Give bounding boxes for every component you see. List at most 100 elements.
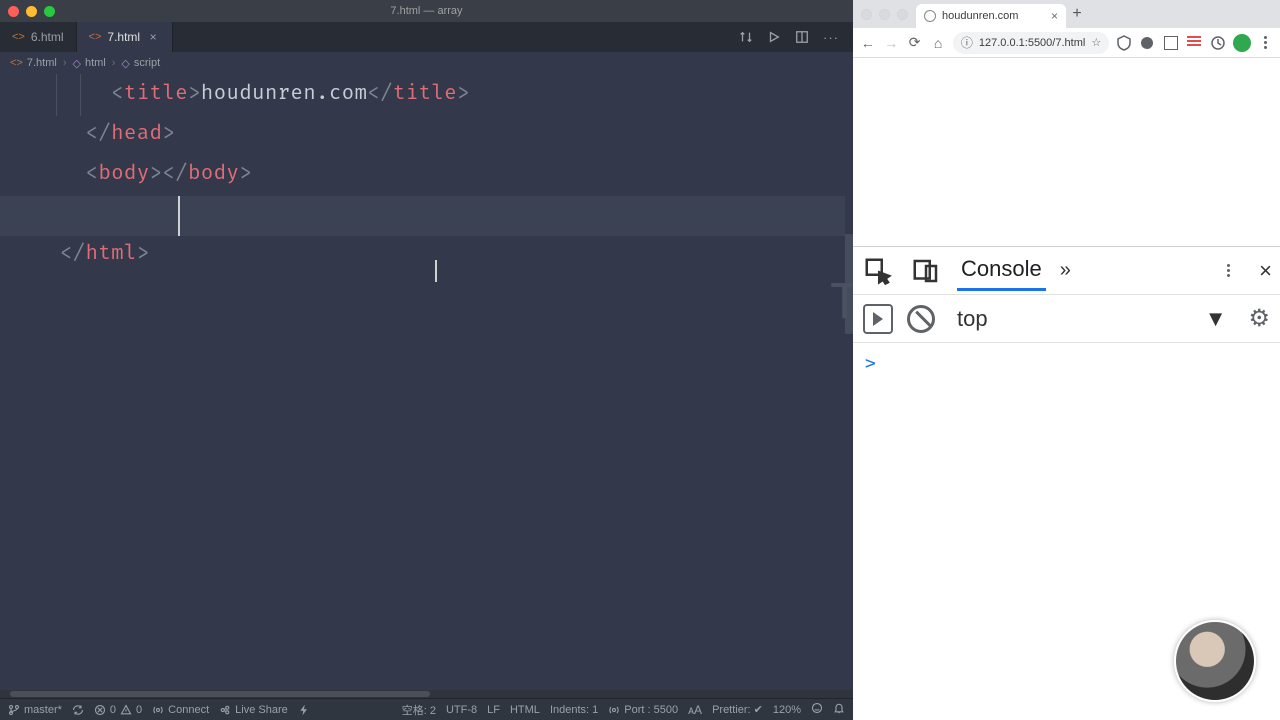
eol-indicator[interactable]: LF — [487, 704, 500, 716]
chevron-down-icon: ▼ — [1205, 306, 1227, 332]
favicon — [924, 10, 936, 22]
indent-guide — [56, 74, 57, 116]
close-tab-icon[interactable]: × — [146, 30, 160, 44]
site-info-icon[interactable]: ⓘ — [961, 34, 973, 51]
broadcast-icon — [152, 704, 164, 716]
context-selector[interactable]: top ▼ — [949, 306, 1234, 332]
secondary-caret — [435, 260, 437, 282]
back-button[interactable]: ← — [859, 34, 876, 52]
code-content: <title>houdunren.com</title> </head> <bo… — [0, 74, 853, 274]
accessibility-indicator[interactable]: ᴀA — [688, 703, 702, 717]
forward-button[interactable]: → — [882, 34, 899, 52]
language-indicator[interactable]: HTML — [510, 704, 540, 716]
more-tabs-icon[interactable]: » — [1060, 259, 1071, 282]
prettier-indicator[interactable]: Prettier: ✔ — [712, 703, 763, 716]
connect-label: Connect — [168, 704, 209, 716]
code-editor[interactable]: T <title>houdunren.com</title> </head> <… — [0, 74, 853, 690]
live-share[interactable]: Live Share — [219, 704, 288, 716]
breadcrumb[interactable]: <> 7.html › ◇ html › ◇ script — [0, 52, 853, 74]
inspect-element-icon[interactable] — [861, 254, 895, 288]
lightning[interactable] — [298, 704, 310, 716]
breadcrumb-script: script — [134, 57, 160, 69]
remote-connect[interactable]: Connect — [152, 704, 209, 716]
split-icon[interactable] — [795, 30, 809, 44]
close-window-button[interactable] — [861, 9, 872, 20]
tab-7html[interactable]: <> 7.html × — [77, 22, 174, 52]
minimize-window-button[interactable] — [26, 6, 37, 17]
devtools-close-icon[interactable]: × — [1259, 258, 1272, 284]
tab-label: 7.html — [107, 30, 140, 44]
statusbar: master* 0 0 Connect Live Share — [0, 698, 853, 720]
clear-console-icon[interactable] — [907, 305, 935, 333]
encoding-indicator[interactable]: UTF-8 — [446, 704, 477, 716]
editor-tab-actions: ··· — [739, 22, 853, 52]
horizontal-scrollbar[interactable] — [0, 690, 853, 698]
home-button[interactable]: ⌂ — [929, 34, 946, 52]
browser-tab[interactable]: houdunren.com × — [916, 4, 1066, 28]
traffic-lights-inactive — [861, 9, 908, 20]
bookmark-icon[interactable]: ☆ — [1091, 36, 1101, 49]
git-branch[interactable]: master* — [8, 704, 62, 716]
more-icon[interactable]: ··· — [823, 30, 839, 45]
active-line-highlight — [0, 196, 845, 236]
editor-titlebar: 7.html — array — [0, 0, 853, 22]
port-indicator[interactable]: Port : 5500 — [608, 704, 678, 716]
console-tab-label: Console — [961, 256, 1042, 281]
feedback-icon[interactable] — [811, 702, 823, 717]
compare-icon[interactable] — [739, 30, 753, 44]
tab-6html[interactable]: <> 6.html — [0, 22, 77, 52]
devtools-tabbar: Console » × — [853, 247, 1280, 295]
tab-title: houdunren.com — [942, 10, 1018, 22]
branch-label: master* — [24, 704, 62, 716]
console-sidebar-toggle-icon[interactable] — [863, 304, 893, 334]
address-bar[interactable]: ⓘ 127.0.0.1:5500/7.html ☆ — [953, 32, 1109, 54]
breadcrumb-file: 7.html — [27, 57, 57, 69]
close-window-button[interactable] — [8, 6, 19, 17]
extension-circle-icon[interactable] — [1209, 34, 1226, 52]
scrollbar-thumb[interactable] — [10, 691, 430, 697]
broadcast-icon — [608, 704, 620, 716]
traffic-lights — [8, 6, 55, 17]
chevron-right-icon: › — [112, 57, 116, 69]
zoom-window-button[interactable] — [897, 9, 908, 20]
sync-icon — [72, 704, 84, 716]
page-viewport[interactable] — [853, 58, 1280, 246]
console-settings-icon[interactable]: ⚙ — [1248, 304, 1270, 333]
bolt-icon — [298, 704, 310, 716]
chrome-toolbar: ← → ⟳ ⌂ ⓘ 127.0.0.1:5500/7.html ☆ — [853, 28, 1280, 58]
html-file-icon: <> — [12, 31, 25, 43]
indents-indicator[interactable]: Indents: 1 — [550, 704, 598, 716]
chrome-tabstrip: houdunren.com × + — [853, 0, 1280, 28]
editor-tabbar: <> 6.html <> 7.html × ··· — [0, 22, 853, 52]
profile-avatar[interactable] — [1233, 34, 1251, 52]
play-icon[interactable] — [767, 30, 781, 44]
console-prompt: > — [865, 353, 876, 374]
tab-label: 6.html — [31, 30, 64, 44]
extension-adblock-icon[interactable] — [1115, 34, 1132, 52]
cursor — [178, 196, 186, 236]
new-tab-button[interactable]: + — [1066, 3, 1088, 25]
url-text: 127.0.0.1:5500/7.html — [979, 37, 1085, 49]
spaces-indicator[interactable]: 空格: 2 — [402, 702, 436, 718]
device-toolbar-icon[interactable] — [909, 254, 943, 288]
zoom-indicator[interactable]: 120% — [773, 704, 801, 716]
close-tab-icon[interactable]: × — [1051, 9, 1058, 23]
presenter-camera-bubble — [1174, 620, 1256, 702]
sync-button[interactable] — [72, 704, 84, 716]
html-file-icon: <> — [89, 31, 102, 43]
zoom-window-button[interactable] — [44, 6, 55, 17]
console-tab[interactable]: Console — [957, 250, 1046, 291]
bell-icon[interactable] — [833, 702, 845, 717]
minimize-window-button[interactable] — [879, 9, 890, 20]
extension-redlines-icon[interactable] — [1186, 34, 1203, 52]
reload-button[interactable]: ⟳ — [906, 34, 923, 52]
window-title: 7.html — array — [0, 5, 853, 17]
extension-grid-icon[interactable] — [1162, 34, 1179, 52]
live-share-label: Live Share — [235, 704, 288, 716]
minimap-glyph: T — [830, 274, 853, 330]
chrome-menu-button[interactable] — [1257, 34, 1274, 52]
devtools-menu-icon[interactable] — [1211, 254, 1245, 288]
extension-dark-icon[interactable] — [1139, 34, 1156, 52]
indent-guide — [80, 74, 81, 116]
problems[interactable]: 0 0 — [94, 704, 142, 716]
